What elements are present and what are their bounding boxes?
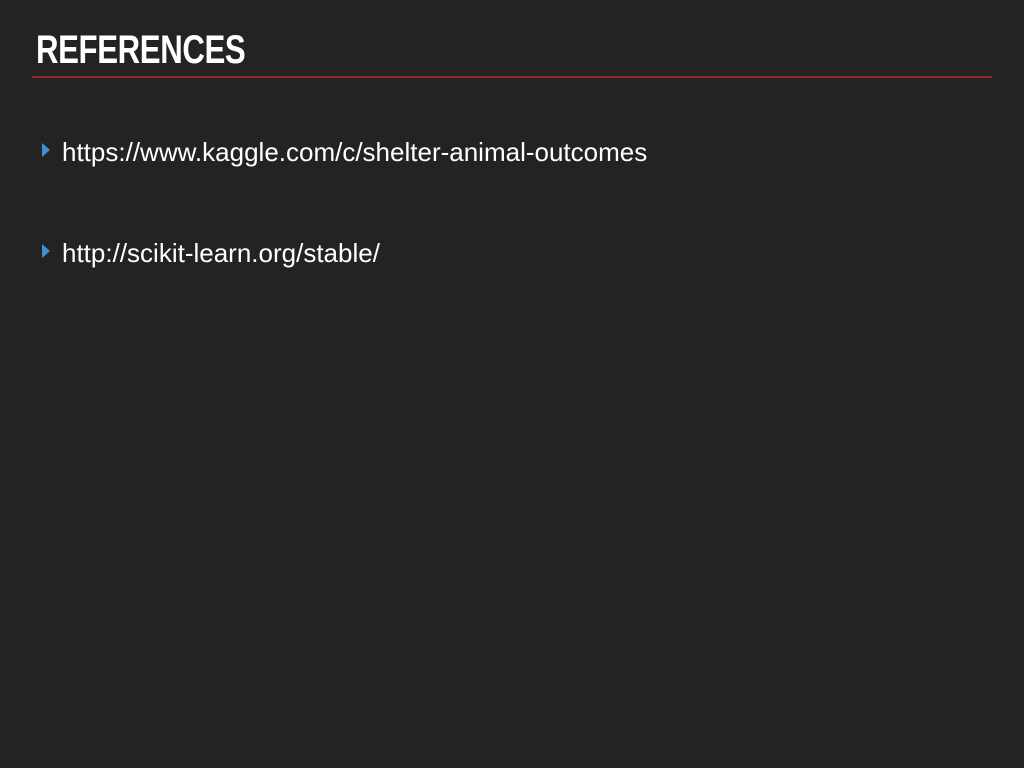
reference-item-kaggle: https://www.kaggle.com/c/shelter-animal-… [42,130,647,174]
reference-item-scikit-learn: http://scikit-learn.org/stable/ [42,231,647,275]
title-divider [32,76,992,78]
reference-list: https://www.kaggle.com/c/shelter-animal-… [42,130,647,332]
triangle-right-icon [42,143,50,157]
reference-link-kaggle[interactable]: https://www.kaggle.com/c/shelter-animal-… [62,130,647,174]
triangle-right-icon [42,244,50,258]
slide: REFERENCES https://www.kaggle.com/c/shel… [0,0,1024,768]
reference-link-scikit-learn[interactable]: http://scikit-learn.org/stable/ [62,231,380,275]
slide-title: REFERENCES [36,28,246,72]
